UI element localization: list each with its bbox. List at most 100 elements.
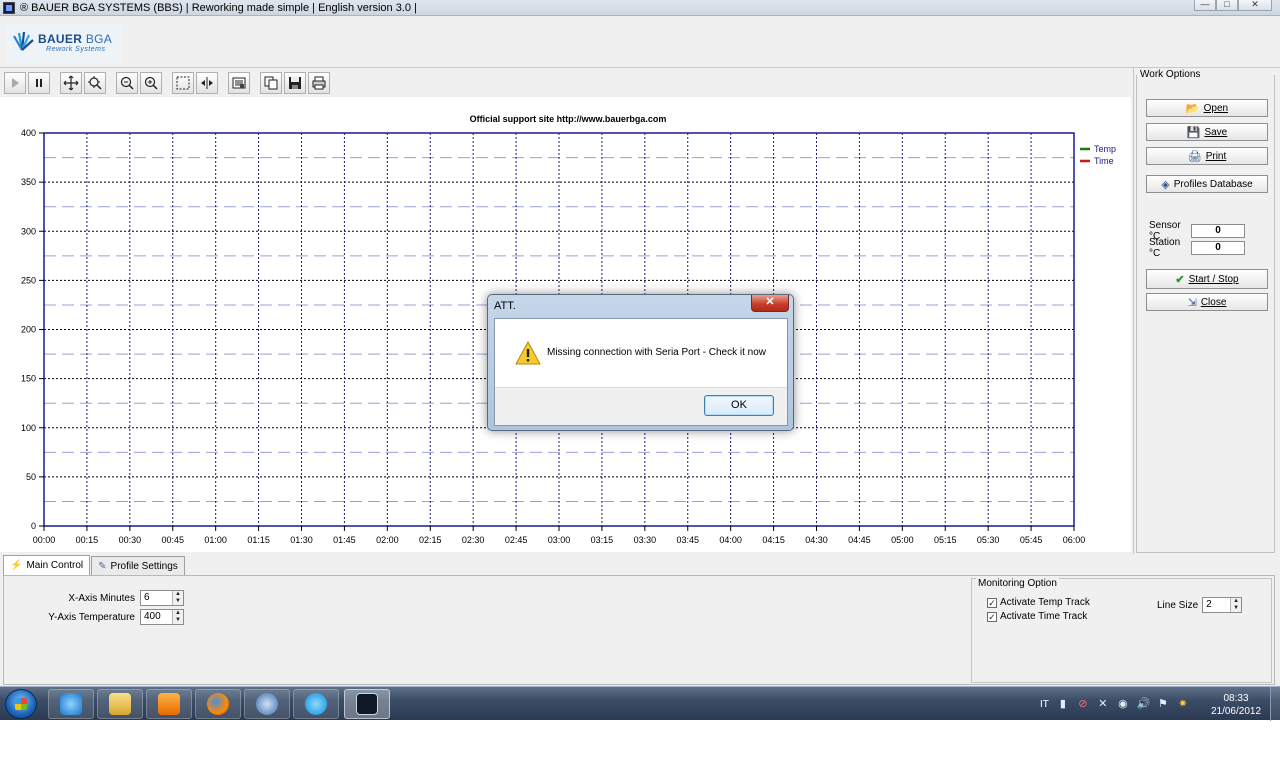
flag-icon[interactable]: ⚑ — [1157, 698, 1169, 710]
y-tick-label: 150 — [21, 374, 36, 384]
database-icon: ◈ — [1161, 178, 1170, 191]
x-tick-label: 04:15 — [762, 535, 785, 545]
logo-brand: BAUER BGA — [38, 32, 113, 46]
x-axis-row: X-Axis Minutes 6 ▲ ▼ — [14, 590, 184, 606]
line-size-row: Line Size 2 ▲ ▼ — [1157, 597, 1243, 613]
header: BAUER BGA Rework Systems — [0, 17, 1280, 68]
y-tick-label: 100 — [21, 423, 36, 433]
clock-time: 08:33 — [1223, 693, 1249, 704]
profiles-database-button[interactable]: ◈ Profiles Database — [1146, 175, 1268, 193]
open-button[interactable]: 📂 Open — [1146, 99, 1268, 117]
clock-date: 21/06/2012 — [1210, 706, 1262, 717]
tab-strip: ⚡ Main Control ✎ Profile Settings — [3, 555, 186, 575]
line-size-label: Line Size — [1157, 599, 1199, 611]
floppy-icon: 💾 — [1186, 126, 1201, 139]
x-tick-label: 01:45 — [333, 535, 356, 545]
x-tick-label: 04:30 — [805, 535, 828, 545]
maximize-button[interactable]: □ — [1216, 0, 1238, 11]
x-tick-label: 02:15 — [419, 535, 442, 545]
start-stop-button[interactable]: ✔ Start / Stop — [1146, 269, 1268, 289]
tab-profile-settings-label: Profile Settings — [110, 560, 178, 572]
antivirus-icon[interactable]: ⊘ — [1077, 698, 1089, 710]
zoom-area-icon[interactable] — [84, 72, 106, 94]
file-explorer-icon[interactable] — [97, 689, 143, 719]
tab-profile-settings[interactable]: ✎ Profile Settings — [91, 556, 185, 575]
x-tick-label: 05:45 — [1020, 535, 1043, 545]
print-button[interactable]: 🖨 Print — [1146, 147, 1268, 165]
sync-icon[interactable]: ◉ — [1117, 698, 1129, 710]
app-icon[interactable] — [3, 2, 15, 14]
tab-main-control-label: Main Control — [26, 560, 84, 571]
play-icon[interactable] — [4, 72, 26, 94]
exit-icon: ⇲ — [1187, 296, 1197, 309]
save-icon[interactable] — [284, 72, 306, 94]
pan-icon[interactable] — [60, 72, 82, 94]
bauer-bga-logo: BAUER BGA Rework Systems — [6, 24, 122, 64]
properties-icon[interactable] — [228, 72, 250, 94]
internet-explorer-icon[interactable] — [48, 689, 94, 719]
ok-button[interactable]: OK — [704, 395, 774, 416]
language-indicator[interactable]: IT — [1040, 699, 1049, 710]
skype-icon[interactable] — [293, 689, 339, 719]
line-size-stepper[interactable]: 2 ▲ ▼ — [1202, 597, 1243, 613]
x-tick-label: 05:30 — [977, 535, 1000, 545]
x-tick-label: 03:30 — [634, 535, 657, 545]
copy-icon[interactable] — [260, 72, 282, 94]
title-bar: ® BAUER BGA SYSTEMS (BBS) | Reworking ma… — [0, 0, 1280, 16]
chart-toolbar — [4, 71, 332, 95]
dialog-close-button[interactable]: ✕ — [751, 295, 789, 312]
time-track-checkbox[interactable]: ✓ Activate Time Track — [987, 611, 1087, 622]
y-axis-temperature-stepper[interactable]: 400 ▲ ▼ — [140, 609, 184, 625]
x-axis-minutes-stepper[interactable]: 6 ▲ ▼ — [140, 590, 184, 606]
y-tick-label: 200 — [21, 325, 36, 335]
firefox-icon[interactable] — [195, 689, 241, 719]
system-clock[interactable]: 08:33 21/06/2012 — [1206, 692, 1266, 718]
serial-port-alert-dialog: ATT. ✕ Missing connection with Seria Por… — [487, 294, 794, 431]
bauer-bga-taskbar-icon[interactable] — [344, 689, 390, 719]
time-track-label: Activate Time Track — [1000, 611, 1088, 622]
fit-icon[interactable] — [196, 72, 218, 94]
line-size-value: 2 — [1206, 599, 1212, 610]
brightness-icon[interactable]: ✷ — [1177, 698, 1189, 710]
media-player-icon[interactable] — [146, 689, 192, 719]
checkbox-checked-icon[interactable]: ✓ — [987, 611, 997, 622]
select-area-icon[interactable] — [172, 72, 194, 94]
pause-icon[interactable] — [28, 72, 50, 94]
sensor-value: 0 — [1191, 224, 1245, 238]
logo-mark-icon — [13, 31, 34, 51]
print-icon[interactable] — [308, 72, 330, 94]
minimize-button[interactable]: — — [1194, 0, 1216, 11]
windows-taskbar: IT ▮ ⊘ ✕ ◉ 🔊 ⚑ ✷ 08:33 21/06/2012 — [0, 686, 1280, 721]
zoom-out-icon[interactable] — [116, 72, 138, 94]
profile-settings-icon: ✎ — [98, 560, 107, 572]
x-axis-label: X-Axis Minutes — [68, 592, 135, 604]
temp-track-checkbox[interactable]: ✓ Activate Temp Track — [987, 597, 1090, 608]
stepper-arrows-icon[interactable]: ▲ ▼ — [172, 591, 183, 605]
x-tick-label: 03:45 — [676, 535, 699, 545]
thunderbird-icon[interactable] — [244, 689, 290, 719]
x-tick-label: 04:00 — [719, 535, 742, 545]
window-controls: — □ ✕ — [1194, 0, 1272, 12]
zoom-in-icon[interactable] — [140, 72, 162, 94]
network-icon[interactable]: ▮ — [1057, 698, 1069, 710]
tab-main-control[interactable]: ⚡ Main Control — [3, 555, 91, 575]
stepper-arrows-icon[interactable]: ▲ ▼ — [172, 610, 183, 624]
temp-track-label: Activate Temp Track — [1000, 597, 1090, 608]
stepper-arrows-icon[interactable]: ▲ ▼ — [1230, 598, 1242, 612]
wifi-icon[interactable]: ✕ — [1097, 698, 1109, 710]
station-row: Station °C 0 — [1149, 237, 1245, 259]
y-axis-label: Y-Axis Temperature — [48, 611, 135, 623]
volume-icon[interactable]: 🔊 — [1137, 698, 1151, 710]
x-tick-label: 05:00 — [891, 535, 914, 545]
window-close-button[interactable]: ✕ — [1238, 0, 1272, 11]
printer-icon: 🖨 — [1187, 150, 1202, 163]
checkbox-checked-icon[interactable]: ✓ — [987, 597, 997, 608]
start-button-icon[interactable] — [5, 689, 37, 719]
chart-title: Official support site http://www.bauerbg… — [470, 114, 667, 124]
x-tick-label: 03:00 — [548, 535, 571, 545]
x-tick-label: 03:15 — [591, 535, 614, 545]
close-app-button[interactable]: ⇲ Close — [1146, 293, 1268, 311]
save-button[interactable]: 💾 Save — [1146, 123, 1268, 141]
y-tick-label: 50 — [26, 472, 36, 482]
show-desktop-button[interactable] — [1270, 687, 1280, 721]
